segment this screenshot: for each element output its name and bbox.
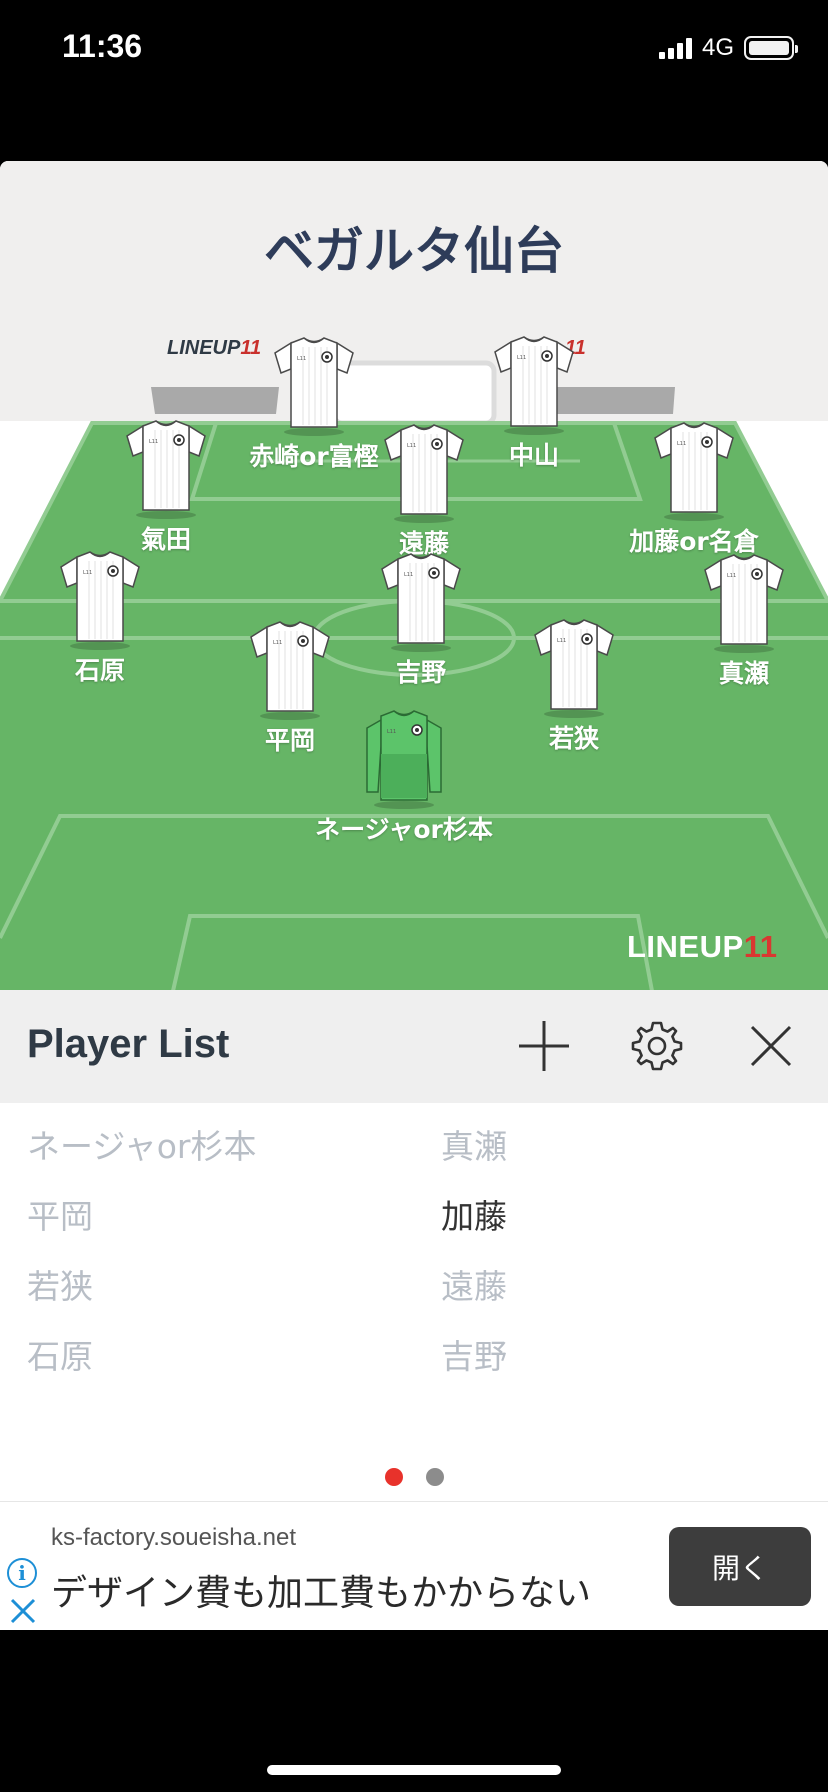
svg-text:L11: L11 [557, 638, 566, 644]
ad-open-button[interactable]: 開く [669, 1527, 811, 1606]
page-indicator [0, 1468, 828, 1486]
svg-text:L11: L11 [149, 439, 158, 445]
signal-icon [658, 37, 692, 59]
player-name: ネージャor杉本 [315, 815, 493, 844]
ad-close-icon[interactable] [8, 1596, 38, 1626]
battery-icon [744, 36, 798, 60]
shirt-icon: L11 [0, 547, 200, 651]
svg-text:L11: L11 [407, 443, 416, 449]
plus-icon[interactable] [514, 1016, 574, 1076]
close-icon[interactable] [741, 1016, 801, 1076]
player-list-item[interactable]: ネージャor杉本 [27, 1123, 256, 1193]
player-list-left-column: ネージャor杉本 平岡 若狭 石原 [27, 1123, 256, 1403]
page-dot[interactable] [384, 1468, 403, 1486]
player-list-item[interactable]: 真瀬 [441, 1123, 507, 1193]
svg-text:L11: L11 [387, 729, 396, 735]
player-list-item[interactable]: 平岡 [27, 1193, 256, 1263]
status-time: 11:36 [62, 28, 143, 64]
shirt-icon: L11 [594, 418, 794, 522]
gear-icon[interactable] [627, 1016, 687, 1076]
shirt-icon: L11 [474, 615, 674, 719]
svg-text:L11: L11 [404, 572, 413, 578]
player-list-item[interactable]: 吉野 [441, 1333, 507, 1403]
player-list-item[interactable]: 若狭 [27, 1263, 256, 1333]
shirt-icon: L11 [324, 420, 524, 524]
shirt-icon: L11 [66, 416, 266, 520]
svg-text:L11: L11 [727, 573, 736, 579]
lineup11-logo: LINEUP11 [627, 929, 778, 964]
player-list-item[interactable]: 遠藤 [441, 1263, 507, 1333]
player-list-item[interactable]: 加藤 [441, 1193, 507, 1263]
status-icons: 4G [658, 34, 798, 62]
player[interactable]: L11 氣田 [66, 416, 266, 556]
svg-text:L11: L11 [83, 570, 92, 576]
player[interactable]: L11 加藤or名倉 [594, 418, 794, 558]
goalkeeper-shirt-icon: L11 [304, 706, 504, 810]
page-dot[interactable] [425, 1468, 444, 1486]
ad-text: デザイン費も加工費もかからない [51, 1573, 592, 1614]
player-list: ネージャor杉本 平岡 若狭 石原 真瀬 加藤 遠藤 吉野 [0, 1103, 828, 1473]
ad-url: ks-factory.soueisha.net [51, 1524, 297, 1551]
network-label: 4G [701, 34, 734, 61]
player[interactable]: L11 遠藤 [324, 420, 524, 560]
player-list-item[interactable]: 石原 [27, 1333, 256, 1403]
player[interactable]: L11 石原 [0, 547, 200, 687]
lineup-card: ベガルタ仙台 LINEUP11 11 LINEUP11 L11 赤崎or富樫 L… [0, 161, 828, 1630]
player-name: 石原 [74, 656, 125, 685]
player-list-right-column: 真瀬 加藤 遠藤 吉野 [441, 1123, 507, 1403]
ad-banner[interactable]: i ks-factory.soueisha.net デザイン費も加工費もかからな… [0, 1501, 828, 1630]
svg-text:L11: L11 [273, 640, 282, 646]
player-goalkeeper[interactable]: L11 ネージャor杉本 [304, 706, 504, 846]
svg-text:L11: L11 [297, 356, 306, 362]
home-indicator[interactable] [267, 1765, 561, 1775]
player-name: 若狭 [548, 724, 599, 753]
svg-text:L11: L11 [517, 355, 526, 361]
player[interactable]: L11 若狭 [474, 615, 674, 755]
player-list-title: Player List [27, 1022, 230, 1066]
svg-text:L11: L11 [677, 441, 686, 447]
info-icon[interactable]: i [7, 1558, 37, 1588]
player-list-header: Player List [0, 990, 828, 1103]
